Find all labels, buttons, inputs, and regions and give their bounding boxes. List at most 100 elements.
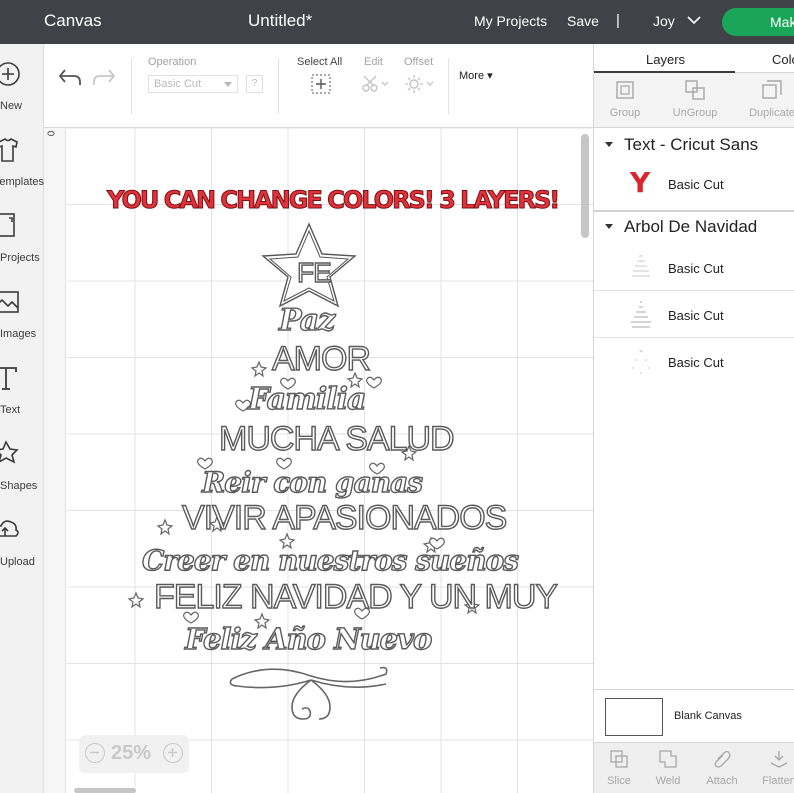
bottom-actions-bar: Slice Weld Attach Flatten (594, 742, 794, 793)
layer-row[interactable]: Basic Cut (594, 244, 794, 291)
redo-icon[interactable] (91, 66, 117, 88)
rail-label-templates: Templates (0, 176, 44, 188)
undo-icon[interactable] (57, 66, 83, 88)
rail-item-new[interactable]: New (0, 60, 44, 132)
projects-icon (0, 213, 15, 237)
ungroup-label: UnGroup (672, 107, 718, 119)
slice-label: Slice (607, 775, 631, 787)
layer-row[interactable]: Basic Cut (594, 338, 794, 385)
make-it-label: Mak (770, 14, 794, 30)
blank-canvas-label: Blank Canvas (674, 710, 742, 722)
paperclip-icon (714, 750, 731, 768)
tree-layer-thumbnail (631, 301, 651, 328)
caret-down-icon (605, 142, 613, 147)
rail-label-upload: Upload (0, 556, 35, 568)
tree-layer-thumbnail (632, 255, 650, 277)
rail-label-new: New (0, 100, 23, 112)
panel-tabs: Layers Colo (594, 44, 794, 73)
minus-icon (90, 751, 99, 754)
rail-label-images: Images (0, 328, 37, 340)
rail-item-templates[interactable]: Templates (0, 136, 44, 208)
select-all-icon[interactable] (310, 73, 332, 95)
layer-group-text-cricut-sans[interactable]: Text - Cricut Sans (594, 130, 794, 160)
tree-word-creer-en-nuestros-suenos: Creer en nuestros sueños (141, 544, 519, 577)
operation-select[interactable]: Basic Cut (148, 75, 238, 93)
duplicate-label: Duplicate (749, 107, 794, 119)
save-link[interactable]: Save (567, 13, 599, 29)
operation-help-button[interactable]: ? (246, 75, 263, 93)
edit-scissors-icon[interactable] (360, 74, 390, 94)
app-title: Canvas (44, 11, 102, 30)
document-title[interactable]: Untitled* (248, 11, 312, 31)
my-projects-link[interactable]: My Projects (474, 13, 547, 29)
operation-value: Basic Cut (154, 78, 202, 90)
tree-word-paz: Paz (278, 303, 336, 338)
slice-button[interactable]: Slice (594, 749, 644, 787)
group-icon (616, 81, 634, 99)
shapes-icon (0, 440, 19, 464)
tree-word-fe: FE (296, 257, 332, 288)
layer-group-title: Text - Cricut Sans (624, 135, 759, 154)
tree-word-feliz-navidad: FELIZ NAVIDAD Y UN MUY (153, 578, 558, 616)
layer-actions-bar: Group UnGroup Duplicate (594, 73, 794, 128)
layer-operation-label: Basic Cut (668, 308, 724, 323)
rail-item-upload[interactable]: Upload (0, 516, 44, 588)
layer-group-title: Arbol De Navidad (624, 217, 758, 236)
more-button[interactable]: More ▾ (459, 69, 493, 82)
layers-panel: Layers Colo Group UnGroup Duplicate Text… (593, 44, 794, 793)
weld-label: Weld (655, 775, 681, 787)
text-layer-thumbnail: Y (630, 166, 651, 199)
blank-canvas-row[interactable]: Blank Canvas (594, 689, 794, 741)
zoom-out-button[interactable] (85, 743, 105, 763)
flatten-label: Flatten (762, 775, 794, 787)
layer-operation-label: Basic Cut (668, 261, 724, 276)
tab-layers[interactable]: Layers (646, 52, 685, 67)
star-icon (156, 518, 174, 536)
image-icon (0, 291, 19, 313)
layer-row[interactable]: Basic Cut (594, 291, 794, 338)
group-button[interactable]: Group (595, 79, 655, 119)
flatten-button[interactable]: Flatten (754, 749, 794, 787)
star-icon (127, 591, 145, 609)
tree-word-familia: Familia (247, 382, 367, 417)
offset-icon[interactable] (404, 74, 436, 94)
flatten-icon (770, 751, 788, 768)
toolbar-divider (448, 58, 449, 114)
upload-icon (0, 520, 19, 537)
rail-item-shapes[interactable]: Shapes (0, 440, 44, 512)
zoom-control: 25% (79, 735, 189, 773)
tree-decorations (127, 222, 481, 720)
rail-item-text[interactable]: Text (0, 364, 44, 436)
tree-word-vivir-apasionados: VIVIR APASIONADOS (181, 499, 508, 537)
offset-label: Offset (404, 56, 434, 68)
tab-color-sync[interactable]: Colo (772, 52, 794, 67)
duplicate-button[interactable]: Duplicate (742, 79, 794, 119)
make-it-button[interactable]: Mak (722, 8, 794, 36)
plus-icon (0, 62, 20, 86)
edit-label: Edit (364, 56, 383, 68)
user-menu[interactable]: Joy (653, 13, 675, 29)
tree-word-mucha-salud: MUCHA SALUD (218, 420, 455, 458)
caret-down-icon (605, 224, 613, 229)
weld-button[interactable]: Weld (643, 749, 693, 787)
chevron-down-icon[interactable] (686, 14, 702, 26)
layer-group-arbol-de-navidad[interactable]: Arbol De Navidad (594, 212, 794, 242)
design-canvas[interactable]: 0 YOU CAN CHANGE COLORS! 3 LAYERS! FE Pa… (44, 128, 593, 793)
attach-label: Attach (706, 775, 738, 787)
layer-operation-label: Basic Cut (668, 177, 724, 192)
layer-row[interactable]: Y Basic Cut (594, 160, 794, 207)
attach-button[interactable]: Attach (697, 749, 747, 787)
ungroup-button[interactable]: UnGroup (665, 79, 725, 119)
top-header: Canvas Untitled* My Projects Save | Joy … (0, 0, 794, 44)
rail-item-projects[interactable]: Projects (0, 212, 44, 284)
slice-icon (610, 750, 628, 768)
caret-down-icon: ▾ (487, 70, 493, 82)
rail-item-images[interactable]: Images (0, 288, 44, 360)
blank-canvas-swatch[interactable] (605, 698, 663, 736)
zoom-in-button[interactable] (163, 743, 183, 763)
header-separator: | (616, 12, 620, 29)
duplicate-icon (762, 80, 782, 99)
tree-word-feliz-ano-nuevo: Feliz Año Nuevo (184, 622, 433, 656)
toolbar-divider (131, 58, 132, 114)
rail-label-projects: Projects (0, 252, 40, 264)
